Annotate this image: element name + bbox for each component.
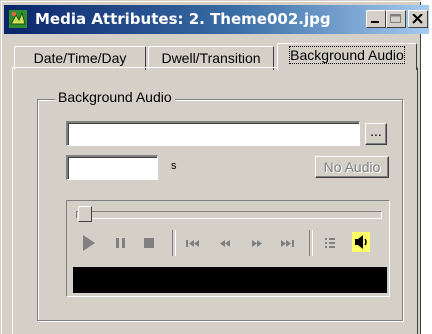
stop-icon[interactable] bbox=[142, 234, 156, 252]
duration-input[interactable] bbox=[66, 155, 158, 180]
play-icon[interactable] bbox=[81, 234, 97, 252]
app-icon bbox=[9, 10, 27, 28]
rewind-icon[interactable] bbox=[217, 234, 233, 252]
maximize-icon bbox=[390, 14, 401, 23]
fast-forward-icon[interactable] bbox=[249, 234, 265, 252]
dialog-window: Media Attributes: 2. Theme002.jpg Date/T… bbox=[0, 0, 429, 334]
duration-unit-label: s bbox=[171, 160, 177, 172]
group-legend: Background Audio bbox=[55, 89, 175, 105]
media-display-area bbox=[73, 267, 387, 293]
seek-slider-thumb[interactable] bbox=[78, 206, 92, 222]
title-bar[interactable]: Media Attributes: 2. Theme002.jpg bbox=[4, 5, 429, 34]
minimize-button[interactable] bbox=[366, 10, 386, 28]
separator bbox=[309, 230, 313, 256]
no-audio-button[interactable]: No Audio bbox=[315, 156, 389, 178]
audio-file-path-input[interactable] bbox=[66, 121, 360, 146]
skip-forward-icon[interactable] bbox=[279, 234, 295, 252]
tab-label: Background Audio bbox=[289, 46, 405, 64]
speaker-icon[interactable] bbox=[351, 231, 371, 253]
playlist-icon[interactable] bbox=[323, 234, 337, 252]
pause-icon[interactable] bbox=[113, 234, 127, 252]
tab-background-audio[interactable]: Background Audio bbox=[277, 43, 417, 70]
close-button[interactable] bbox=[408, 10, 428, 28]
browse-button[interactable]: ... bbox=[365, 123, 387, 145]
seek-track[interactable] bbox=[76, 211, 382, 219]
tab-label: Date/Time/Day bbox=[33, 50, 127, 66]
skip-back-icon[interactable] bbox=[185, 234, 201, 252]
minimize-icon bbox=[371, 21, 379, 23]
window-title: Media Attributes: 2. Theme002.jpg bbox=[35, 10, 331, 28]
maximize-button[interactable] bbox=[386, 10, 406, 28]
tab-label: Dwell/Transition bbox=[161, 50, 261, 66]
close-icon bbox=[412, 14, 423, 24]
separator bbox=[172, 230, 176, 256]
